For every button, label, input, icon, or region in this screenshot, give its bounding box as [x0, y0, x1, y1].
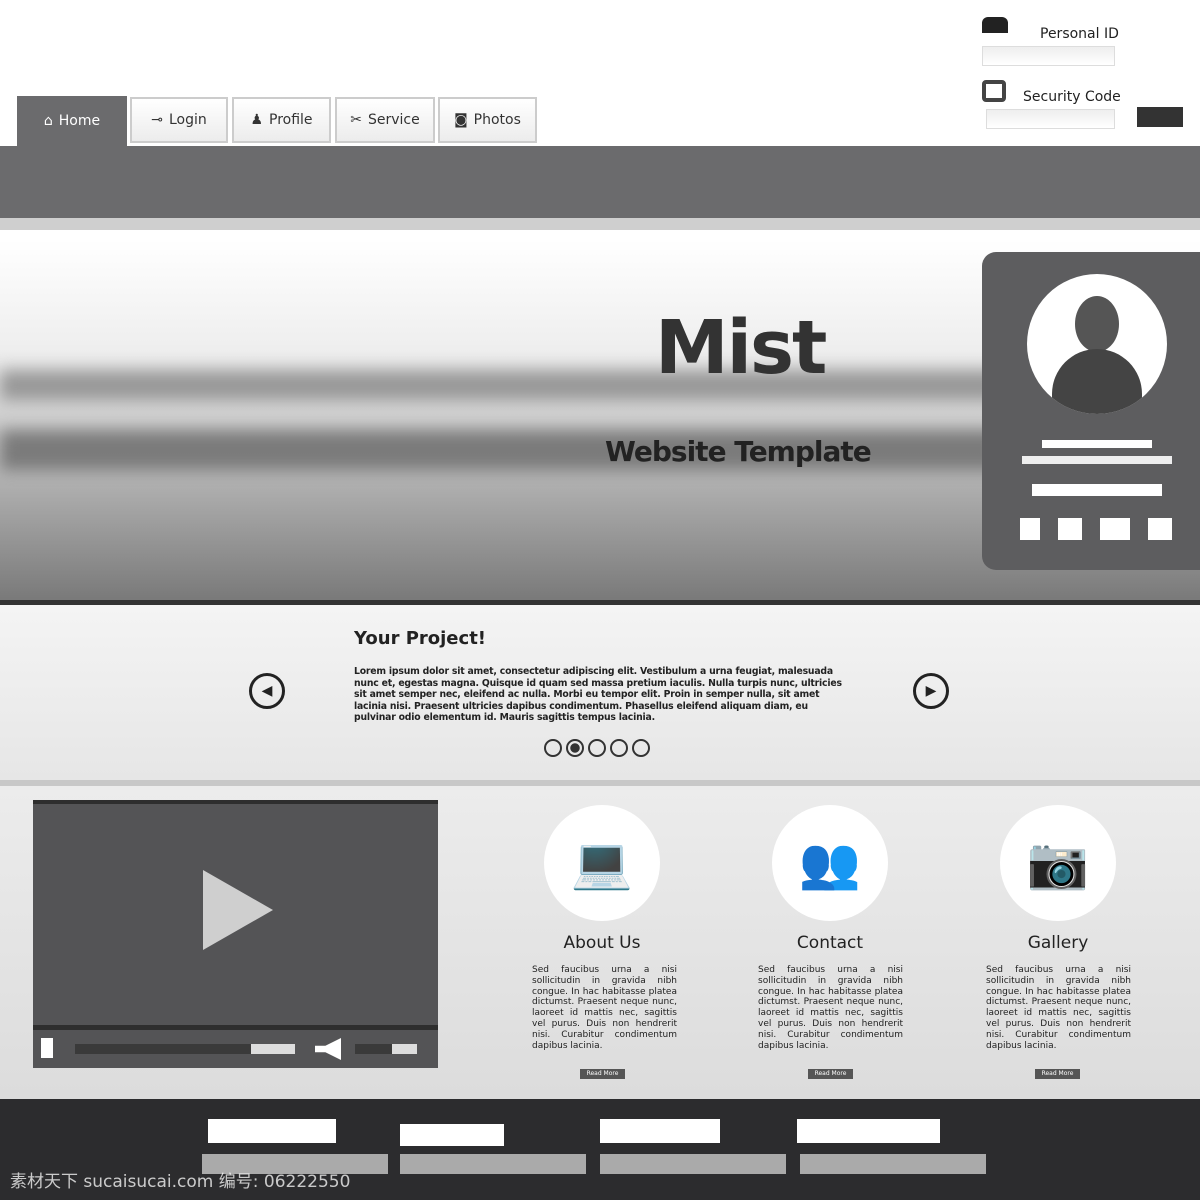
- camera-icon: ◙: [454, 112, 468, 128]
- slide-dot[interactable]: [632, 739, 650, 757]
- prev-arrow-button[interactable]: ◀: [249, 673, 285, 709]
- video-player[interactable]: [33, 800, 438, 1068]
- nav-bar: [0, 146, 1200, 218]
- read-more-button[interactable]: Read More: [808, 1069, 853, 1079]
- hero-title: Mist: [655, 305, 827, 391]
- home-icon: ⌂: [43, 113, 53, 129]
- security-code-label: Security Code: [1023, 89, 1121, 105]
- security-code-input[interactable]: [986, 109, 1115, 129]
- people-icon: 👥: [772, 805, 888, 921]
- personal-id-input[interactable]: [982, 46, 1115, 66]
- key-icon: ⊸: [151, 112, 163, 128]
- feature-about-us: 💻 About Us: [522, 805, 682, 953]
- feature-text: Sed faucibus urna a nisi sollicitudin in…: [532, 965, 677, 1051]
- tab-profile[interactable]: ♟ Profile: [232, 97, 331, 143]
- slide-dots[interactable]: [542, 739, 652, 757]
- lock-icon: [982, 80, 1006, 102]
- footer-link[interactable]: [600, 1119, 720, 1143]
- footer: 素材天下 sucaisucai.com 编号: 06222550: [0, 1099, 1200, 1200]
- footer-link[interactable]: [208, 1119, 336, 1143]
- avatar: [1027, 274, 1167, 414]
- read-more-button[interactable]: Read More: [580, 1069, 625, 1079]
- slide-dot-active[interactable]: [566, 739, 584, 757]
- slide-dot[interactable]: [610, 739, 628, 757]
- tab-service[interactable]: ✂ Service: [335, 97, 435, 143]
- footer-link[interactable]: [797, 1119, 940, 1143]
- tab-photos[interactable]: ◙ Photos: [438, 97, 537, 143]
- camera-icon: 📷: [1000, 805, 1116, 921]
- tools-icon: ✂: [350, 112, 362, 128]
- watermark: 素材天下 sucaisucai.com 编号: 06222550: [10, 1172, 351, 1192]
- progress-bar[interactable]: [75, 1044, 295, 1054]
- footer-link[interactable]: [400, 1124, 504, 1146]
- project-body: Lorem ipsum dolor sit amet, consectetur …: [354, 666, 842, 723]
- login-submit-button[interactable]: [1137, 107, 1183, 127]
- divider: [0, 218, 1200, 230]
- volume-slider[interactable]: [355, 1044, 417, 1054]
- hero-subtitle: Website Template: [605, 435, 872, 468]
- slide-dot[interactable]: [544, 739, 562, 757]
- tab-login[interactable]: ⊸ Login: [130, 97, 228, 143]
- personal-id-label: Personal ID: [1040, 26, 1119, 42]
- feature-text: Sed faucibus urna a nisi sollicitudin in…: [986, 965, 1131, 1051]
- tab-home[interactable]: ⌂ Home: [17, 96, 127, 146]
- next-arrow-button[interactable]: ▶: [913, 673, 949, 709]
- read-more-button[interactable]: Read More: [1035, 1069, 1080, 1079]
- person-icon: ♟: [250, 112, 264, 128]
- slide-dot[interactable]: [588, 739, 606, 757]
- volume-icon[interactable]: [315, 1038, 341, 1060]
- project-title: Your Project!: [354, 628, 487, 649]
- profile-card: [982, 252, 1200, 570]
- play-icon[interactable]: [203, 870, 273, 950]
- feature-gallery: 📷 Gallery: [978, 805, 1138, 953]
- social-icons[interactable]: [1020, 518, 1172, 540]
- feature-contact: 👥 Contact: [750, 805, 910, 953]
- feature-text: Sed faucibus urna a nisi sollicitudin in…: [758, 965, 903, 1051]
- user-icon: [982, 17, 1008, 33]
- play-pause-button[interactable]: [41, 1038, 53, 1058]
- laptop-icon: 💻: [544, 805, 660, 921]
